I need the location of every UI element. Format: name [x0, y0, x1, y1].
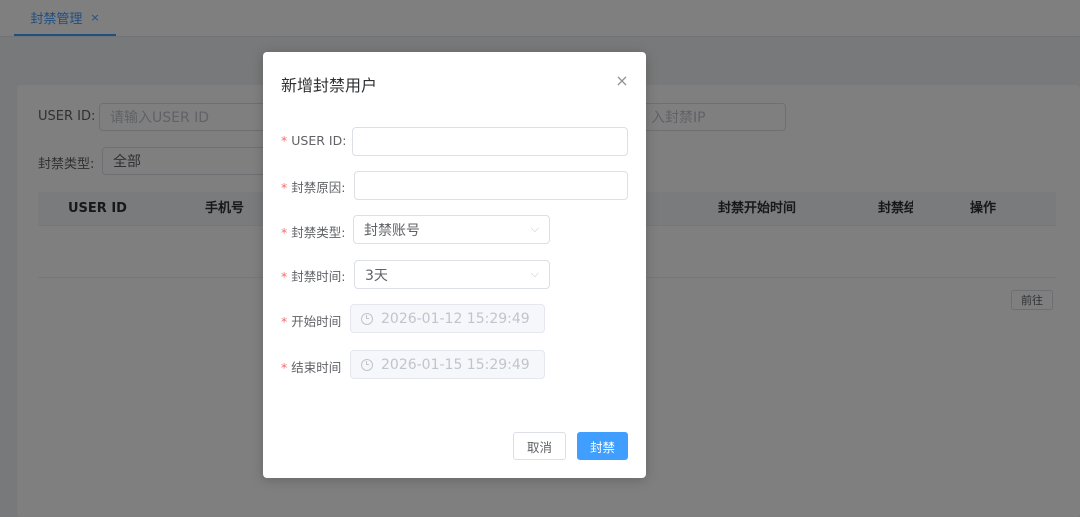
ban-reason-input[interactable] — [354, 171, 628, 200]
start-time-value: 2026-01-12 15:29:49 — [381, 310, 530, 327]
ban-duration-value: 3天 — [365, 267, 388, 284]
clock-icon — [361, 312, 373, 325]
required-mark: * — [281, 180, 288, 195]
cancel-button[interactable]: 取消 — [513, 432, 566, 460]
close-icon[interactable]: × — [612, 70, 632, 90]
end-time-picker[interactable]: 2026-01-15 15:29:49 — [350, 350, 545, 379]
user-id-input[interactable] — [352, 127, 628, 156]
end-time-label: * 结束时间 — [281, 360, 342, 375]
required-mark: * — [281, 133, 288, 148]
required-mark: * — [281, 225, 288, 240]
ban-type-value: 封禁账号 — [364, 222, 420, 239]
dialog-title: 新增封禁用户 — [281, 76, 378, 95]
ban-type-select[interactable]: 封禁账号 ⌵ — [353, 215, 550, 244]
ban-duration-label: * 封禁时间: — [281, 269, 346, 284]
ban-reason-label: * 封禁原因: — [281, 180, 346, 195]
required-mark: * — [281, 360, 288, 375]
end-time-value: 2026-01-15 15:29:49 — [381, 356, 530, 373]
ban-duration-select[interactable]: 3天 ⌵ — [354, 260, 550, 289]
ban-type-label: * 封禁类型: — [281, 225, 346, 240]
user-id-label: * USER ID: — [281, 133, 347, 148]
ban-submit-button[interactable]: 封禁 — [577, 432, 628, 460]
add-ban-user-dialog: 新增封禁用户 × * USER ID: * 封禁原因: * 封禁类型: 封禁账号 ⌵ … — [263, 52, 646, 478]
clock-icon — [361, 358, 373, 371]
required-mark: * — [281, 314, 288, 329]
required-mark: * — [281, 269, 288, 284]
start-time-label: * 开始时间 — [281, 314, 342, 329]
chevron-down-icon: ⌵ — [530, 222, 539, 235]
start-time-picker[interactable]: 2026-01-12 15:29:49 — [350, 304, 545, 333]
chevron-down-icon: ⌵ — [530, 267, 539, 280]
